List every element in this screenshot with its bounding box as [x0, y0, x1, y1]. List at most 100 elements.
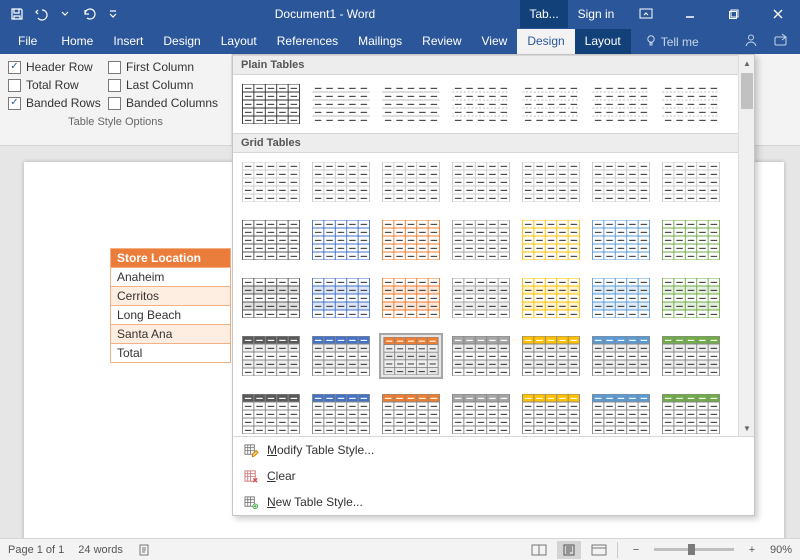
word-count[interactable]: 24 words [78, 544, 123, 556]
table-cell[interactable]: Santa Ana [111, 325, 231, 344]
style-swatch[interactable] [379, 159, 443, 205]
style-swatch[interactable] [589, 333, 653, 379]
menu-label: New Table Style... [267, 495, 363, 509]
tab-mailings[interactable]: Mailings [348, 29, 412, 54]
table-header[interactable]: Store Location [111, 249, 231, 268]
style-swatch[interactable] [239, 81, 303, 127]
document-table[interactable]: Store Location Anaheim Cerritos Long Bea… [110, 248, 231, 363]
style-swatch[interactable] [309, 217, 373, 263]
tab-insert[interactable]: Insert [103, 29, 153, 54]
proofing-icon[interactable] [137, 542, 153, 558]
style-swatch[interactable] [659, 275, 723, 321]
style-swatch[interactable] [449, 81, 513, 127]
style-swatch[interactable] [449, 333, 513, 379]
style-swatch[interactable] [449, 159, 513, 205]
style-swatch[interactable] [309, 275, 373, 321]
tab-view[interactable]: View [472, 29, 518, 54]
style-swatch[interactable] [309, 391, 373, 436]
checkbox-icon [108, 97, 121, 110]
checkbox-banded-rows[interactable]: Banded Rows [8, 96, 108, 110]
tab-design[interactable]: Design [153, 29, 210, 54]
tab-review[interactable]: Review [412, 29, 471, 54]
ribbon-display-options[interactable] [624, 0, 668, 28]
redo-button[interactable] [78, 3, 100, 25]
tab-layout[interactable]: Layout [211, 29, 267, 54]
table-cell[interactable]: Cerritos [111, 287, 231, 306]
style-swatch[interactable] [379, 333, 443, 379]
zoom-slider[interactable] [654, 548, 734, 551]
view-read-mode[interactable] [527, 541, 551, 559]
scroll-down-icon[interactable]: ▼ [739, 420, 754, 436]
tab-references[interactable]: References [267, 29, 348, 54]
close-button[interactable] [756, 0, 800, 28]
style-swatch[interactable] [239, 217, 303, 263]
tab-file[interactable]: File [4, 29, 51, 54]
quick-access-toolbar [0, 3, 130, 25]
style-swatch[interactable] [309, 159, 373, 205]
style-swatch[interactable] [659, 217, 723, 263]
style-swatch[interactable] [589, 391, 653, 436]
tell-me[interactable]: Tell me [637, 29, 707, 54]
checkbox-total-row[interactable]: Total Row [8, 78, 108, 92]
undo-button[interactable] [30, 3, 52, 25]
style-swatch[interactable] [379, 391, 443, 436]
style-swatch[interactable] [519, 159, 583, 205]
style-swatch[interactable] [239, 275, 303, 321]
style-swatch[interactable] [379, 217, 443, 263]
qat-customize[interactable] [102, 3, 124, 25]
style-swatch[interactable] [309, 333, 373, 379]
zoom-level[interactable]: 90% [770, 544, 792, 556]
share-icon[interactable] [766, 27, 796, 54]
checkbox-banded-columns[interactable]: Banded Columns [108, 96, 226, 110]
clear-table-style[interactable]: Clear [233, 463, 754, 489]
style-swatch[interactable] [589, 159, 653, 205]
style-swatch[interactable] [519, 333, 583, 379]
style-swatch[interactable] [309, 81, 373, 127]
undo-dropdown[interactable] [54, 3, 76, 25]
zoom-thumb[interactable] [688, 544, 695, 555]
table-cell[interactable]: Long Beach [111, 306, 231, 325]
style-swatch[interactable] [379, 275, 443, 321]
style-swatch[interactable] [239, 391, 303, 436]
page-indicator[interactable]: Page 1 of 1 [8, 544, 64, 556]
sign-in-button[interactable]: Sign in [568, 0, 624, 28]
style-swatch[interactable] [519, 81, 583, 127]
tab-table-layout[interactable]: Layout [575, 29, 631, 54]
gallery-scrollbar[interactable]: ▲ ▼ [738, 55, 754, 436]
new-table-style[interactable]: New Table Style... [233, 489, 754, 515]
tab-table-design[interactable]: Design [517, 29, 574, 54]
style-swatch[interactable] [589, 217, 653, 263]
tab-home[interactable]: Home [51, 29, 103, 54]
style-swatch[interactable] [659, 391, 723, 436]
zoom-in-button[interactable]: + [740, 541, 764, 559]
checkbox-header-row[interactable]: Header Row [8, 60, 108, 74]
style-swatch[interactable] [519, 391, 583, 436]
style-swatch[interactable] [379, 81, 443, 127]
table-cell[interactable]: Anaheim [111, 268, 231, 287]
style-swatch[interactable] [449, 391, 513, 436]
checkbox-first-column[interactable]: First Column [108, 60, 226, 74]
style-swatch[interactable] [659, 159, 723, 205]
style-swatch[interactable] [589, 275, 653, 321]
style-swatch[interactable] [589, 81, 653, 127]
zoom-out-button[interactable]: − [624, 541, 648, 559]
scroll-thumb[interactable] [741, 73, 753, 109]
style-swatch[interactable] [659, 81, 723, 127]
style-swatch[interactable] [519, 275, 583, 321]
checkbox-last-column[interactable]: Last Column [108, 78, 226, 92]
style-swatch[interactable] [659, 333, 723, 379]
account-icon[interactable] [736, 27, 766, 54]
modify-table-style[interactable]: Modify Table Style... [233, 437, 754, 463]
table-cell[interactable]: Total [111, 344, 231, 363]
view-web-layout[interactable] [587, 541, 611, 559]
style-swatch[interactable] [519, 217, 583, 263]
style-swatch[interactable] [239, 159, 303, 205]
style-swatch[interactable] [449, 275, 513, 321]
scroll-up-icon[interactable]: ▲ [739, 55, 754, 71]
style-swatch[interactable] [449, 217, 513, 263]
save-button[interactable] [6, 3, 28, 25]
minimize-button[interactable] [668, 0, 712, 28]
style-swatch[interactable] [239, 333, 303, 379]
view-print-layout[interactable] [557, 541, 581, 559]
restore-button[interactable] [712, 0, 756, 28]
